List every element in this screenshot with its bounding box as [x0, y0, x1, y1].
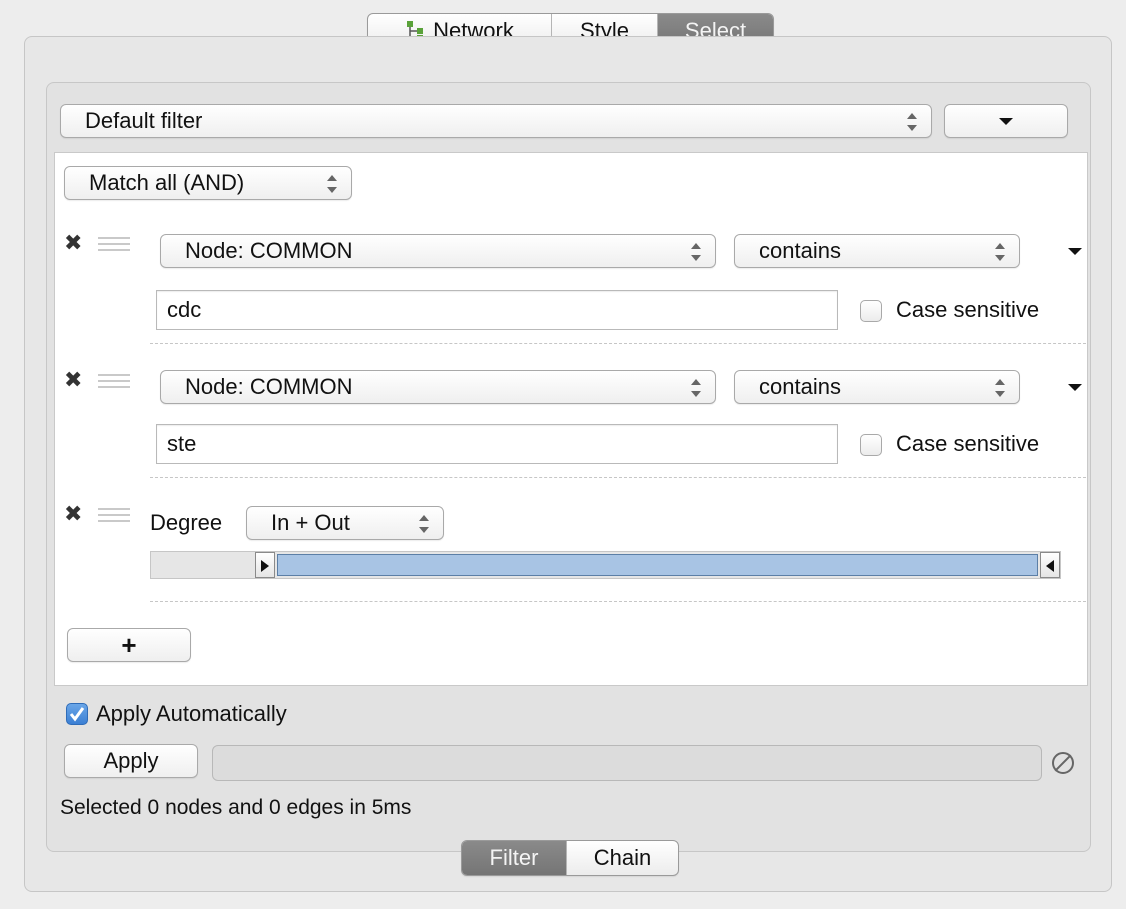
- range-high-handle[interactable]: [1040, 552, 1060, 578]
- remove-condition-icon[interactable]: ✖: [64, 230, 82, 256]
- range-low-handle[interactable]: [255, 552, 275, 578]
- remove-condition-icon[interactable]: ✖: [64, 501, 82, 527]
- updown-arrows-icon: [691, 378, 701, 398]
- degree-mode-value: In + Out: [271, 510, 350, 535]
- condition-attribute-select[interactable]: Node: COMMON: [160, 234, 716, 268]
- triangle-right-icon: [261, 560, 269, 572]
- conditions-area: [54, 152, 1088, 686]
- condition-operator-value: contains: [759, 238, 841, 263]
- cancel-icon[interactable]: [1052, 752, 1074, 774]
- case-sensitive-label: Case sensitive: [896, 297, 1040, 322]
- degree-mode-select[interactable]: In + Out: [246, 506, 444, 540]
- updown-arrows-icon: [995, 242, 1005, 262]
- filter-menu-button[interactable]: [944, 104, 1068, 138]
- triangle-left-icon: [1046, 560, 1054, 572]
- drag-grip-icon[interactable]: [98, 237, 130, 251]
- condition-value-input[interactable]: ste: [156, 424, 838, 464]
- drag-grip-icon[interactable]: [98, 374, 130, 388]
- match-mode-select[interactable]: Match all (AND): [64, 166, 352, 200]
- add-condition-button[interactable]: +: [67, 628, 191, 662]
- condition-operator-select[interactable]: contains: [734, 370, 1020, 404]
- case-sensitive-label: Case sensitive: [896, 431, 1040, 456]
- condition-value-text: ste: [167, 431, 197, 456]
- condition-attribute-value: Node: COMMON: [185, 374, 353, 399]
- updown-arrows-icon: [327, 174, 337, 194]
- updown-arrows-icon: [907, 112, 917, 132]
- condition-menu-icon[interactable]: [1068, 384, 1082, 391]
- case-sensitive-checkbox[interactable]: [860, 434, 882, 456]
- condition-attribute-value: Node: COMMON: [185, 238, 353, 263]
- triangle-down-icon: [999, 117, 1013, 125]
- bottom-tab-bar: Filter Chain: [461, 840, 679, 876]
- apply-button[interactable]: Apply: [64, 744, 198, 778]
- tab-chain[interactable]: Chain: [566, 841, 678, 875]
- apply-automatically-label: Apply Automatically: [96, 701, 287, 726]
- range-fill: [277, 554, 1038, 576]
- checkmark-icon: [69, 707, 85, 722]
- match-mode-value: Match all (AND): [89, 170, 245, 195]
- condition-operator-select[interactable]: contains: [734, 234, 1020, 268]
- condition-operator-value: contains: [759, 374, 841, 399]
- condition-divider: [150, 477, 1086, 478]
- apply-button-label: Apply: [103, 748, 159, 773]
- updown-arrows-icon: [995, 378, 1005, 398]
- tab-filter[interactable]: Filter: [462, 841, 566, 875]
- condition-divider: [150, 343, 1086, 344]
- degree-range-slider[interactable]: [150, 551, 1061, 579]
- tab-filter-label: Filter: [489, 845, 539, 870]
- status-text: Selected 0 nodes and 0 edges in 5ms: [60, 796, 412, 819]
- condition-menu-icon[interactable]: [1068, 248, 1082, 255]
- case-sensitive-checkbox[interactable]: [860, 300, 882, 322]
- remove-condition-icon[interactable]: ✖: [64, 367, 82, 393]
- updown-arrows-icon: [691, 242, 701, 262]
- degree-label: Degree: [150, 510, 223, 535]
- filter-selector-value: Default filter: [85, 108, 203, 133]
- apply-automatically-checkbox[interactable]: [66, 703, 88, 725]
- apply-progress-bar: [212, 745, 1042, 781]
- condition-value-input[interactable]: cdc: [156, 290, 838, 330]
- tab-chain-label: Chain: [593, 845, 652, 870]
- updown-arrows-icon: [419, 514, 429, 534]
- condition-attribute-select[interactable]: Node: COMMON: [160, 370, 716, 404]
- drag-grip-icon[interactable]: [98, 508, 130, 522]
- add-condition-label: +: [121, 629, 137, 660]
- filter-selector[interactable]: Default filter: [60, 104, 932, 138]
- condition-divider: [150, 601, 1086, 602]
- condition-value-text: cdc: [167, 297, 202, 322]
